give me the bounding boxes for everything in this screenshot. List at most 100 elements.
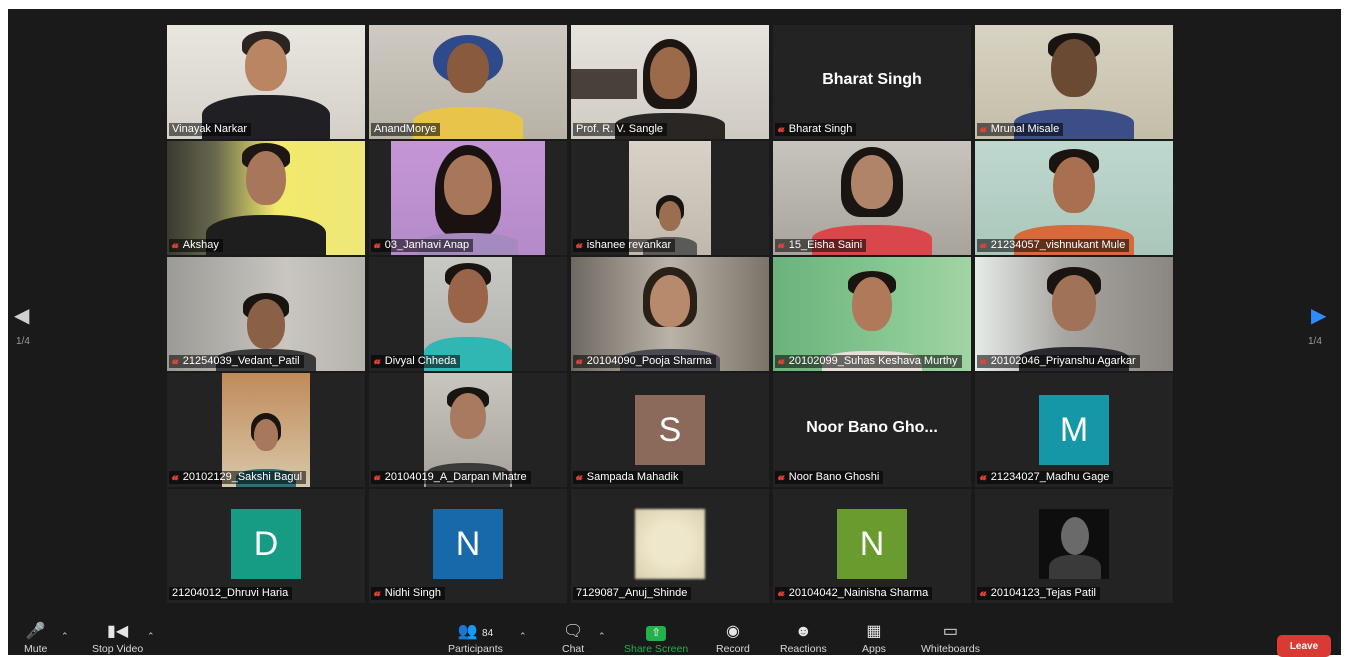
audio-options-caret-icon[interactable]: ⌃ [61, 631, 69, 642]
muted-mic-icon: 𝓾 [374, 355, 381, 367]
participant-name: 𝓾 20104123_Tejas Patil [977, 587, 1100, 600]
participant-video [629, 141, 711, 255]
muted-mic-icon: 𝓾 [778, 587, 785, 599]
participant-name: 𝓾 20104090_Pooja Sharma [573, 355, 716, 368]
apps-button[interactable]: ▦ Apps [862, 621, 886, 655]
chat-button[interactable]: 🗨 Chat [562, 621, 584, 655]
participant-video [975, 141, 1173, 255]
participant-avatar: M [1039, 395, 1109, 465]
participant-name: 𝓾 Mrunal Misale [977, 123, 1064, 136]
participant-tile[interactable]: AnandMorye [369, 25, 567, 139]
participant-name: 𝓾 03_Janhavi Anap [371, 239, 474, 252]
participant-video [167, 25, 365, 139]
apps-icon: ▦ [866, 623, 882, 640]
chat-bubble-icon: 🗨 [562, 623, 584, 640]
participant-tile[interactable]: 𝓾 21254039_Vedant_Patil [167, 257, 365, 371]
participant-name: 𝓾 21254039_Vedant_Patil [169, 355, 304, 368]
participant-video [571, 257, 769, 371]
participant-tile[interactable]: 𝓾 20104123_Tejas Patil [975, 489, 1173, 603]
participant-profile-picture [635, 509, 705, 579]
participant-tile[interactable]: 𝓾 20102129_Sakshi Bagul [167, 373, 365, 487]
participant-video [773, 141, 971, 255]
muted-mic-icon: 𝓾 [374, 239, 381, 251]
participant-avatar: S [635, 395, 705, 465]
participant-tile[interactable]: M 𝓾 21234027_Madhu Gage [975, 373, 1173, 487]
participants-icon: 👥 [457, 623, 478, 640]
share-screen-button[interactable]: ⇧ Share Screen [624, 621, 688, 655]
reactions-button[interactable]: ☻ Reactions [780, 621, 827, 655]
participant-video [222, 373, 310, 487]
participant-tile[interactable]: N 𝓾 Nidhi Singh [369, 489, 567, 603]
participant-video [571, 25, 769, 139]
participant-video [773, 257, 971, 371]
participants-options-caret-icon[interactable]: ⌃ [519, 631, 527, 642]
next-page-arrow-icon[interactable]: ▶ [1311, 303, 1326, 328]
whiteboards-button[interactable]: ▭ Whiteboards [921, 621, 980, 655]
muted-mic-icon: 𝓾 [172, 471, 179, 483]
participant-name: 𝓾 20102099_Suhas Keshava Murthy [775, 355, 962, 368]
muted-mic-icon: 𝓾 [576, 355, 583, 367]
participant-name: 𝓾 20104042_Nainisha Sharma [775, 587, 933, 600]
previous-page-arrow-icon[interactable]: ◀ [14, 303, 29, 328]
page-indicator-left: 1/4 [16, 336, 30, 347]
muted-mic-icon: 𝓾 [778, 123, 785, 135]
record-button[interactable]: ◉ Record [716, 621, 750, 655]
participant-name: 𝓾 21234027_Madhu Gage [977, 471, 1114, 484]
muted-mic-icon: 𝓾 [576, 471, 583, 483]
video-camera-icon: ▮◀ [107, 623, 129, 640]
participant-tile[interactable]: Vinayak Narkar [167, 25, 365, 139]
participant-name: 7129087_Anuj_Shinde [573, 587, 692, 600]
participant-name: 𝓾 20102046_Priyanshu Agarkar [977, 355, 1140, 368]
avatar-initial: D [253, 524, 279, 563]
participant-video [391, 141, 545, 255]
whiteboard-icon: ▭ [942, 623, 959, 640]
share-screen-icon: ⇧ [646, 626, 667, 641]
mute-button[interactable]: 🎤 Mute [24, 621, 47, 655]
participant-video [167, 141, 365, 255]
smiley-plus-icon: ☻ [794, 623, 812, 640]
participant-tile[interactable]: 𝓾 03_Janhavi Anap [369, 141, 567, 255]
muted-mic-icon: 𝓾 [374, 587, 381, 599]
participant-tile[interactable]: 𝓾 20102099_Suhas Keshava Murthy [773, 257, 971, 371]
muted-mic-icon: 𝓾 [980, 471, 987, 483]
participant-name: 𝓾 Sampada Mahadik [573, 471, 683, 484]
muted-mic-icon: 𝓾 [576, 239, 583, 251]
avatar-initial: N [455, 524, 481, 563]
participant-tile[interactable]: 𝓾 20102046_Priyanshu Agarkar [975, 257, 1173, 371]
participant-tile[interactable]: 𝓾 20104090_Pooja Sharma [571, 257, 769, 371]
participant-tile[interactable]: 𝓾 ishanee revankar [571, 141, 769, 255]
participant-tile[interactable]: 𝓾 21234057_vishnukant Mule [975, 141, 1173, 255]
video-options-caret-icon[interactable]: ⌃ [147, 631, 155, 642]
participant-tile[interactable]: S 𝓾 Sampada Mahadik [571, 373, 769, 487]
participant-tile[interactable]: Noor Bano Gho... 𝓾 Noor Bano Ghoshi [773, 373, 971, 487]
participant-tile[interactable]: 𝓾 Divyal Chheda [369, 257, 567, 371]
participant-name: 𝓾 Divyal Chheda [371, 355, 461, 368]
participant-tile[interactable]: 𝓾 15_Eisha Saini [773, 141, 971, 255]
participant-tile[interactable]: D 21204012_Dhruvi Haria [167, 489, 365, 603]
participants-button[interactable]: 👥 84 Participants [448, 621, 503, 655]
muted-mic-icon: 𝓾 [172, 355, 179, 367]
participant-tile[interactable]: 7129087_Anuj_Shinde [571, 489, 769, 603]
gallery-view-grid: Vinayak Narkar AnandMorye Prof. R. V. Sa… [167, 25, 1173, 603]
muted-mic-icon: 𝓾 [778, 239, 785, 251]
participant-tile[interactable]: 𝓾 20104019_A_Darpan Mhatre [369, 373, 567, 487]
participant-tile[interactable]: 𝓾 Akshay [167, 141, 365, 255]
leave-button[interactable]: Leave [1277, 635, 1331, 657]
participant-name: 𝓾 Nidhi Singh [371, 587, 446, 600]
avatar-initial: N [859, 524, 885, 563]
participant-tile[interactable]: 𝓾 Mrunal Misale [975, 25, 1173, 139]
participant-video [975, 25, 1173, 139]
muted-mic-icon: 𝓾 [374, 471, 381, 483]
participant-name: 𝓾 15_Eisha Saini [775, 239, 867, 252]
participant-name: Prof. R. V. Sangle [573, 123, 668, 136]
participant-name: 𝓾 Bharat Singh [775, 123, 857, 136]
participant-display-name: Bharat Singh [822, 71, 922, 88]
participant-tile[interactable]: N 𝓾 20104042_Nainisha Sharma [773, 489, 971, 603]
participant-tile[interactable]: Prof. R. V. Sangle [571, 25, 769, 139]
page-indicator-right: 1/4 [1308, 336, 1322, 347]
chat-options-caret-icon[interactable]: ⌃ [598, 631, 606, 642]
stop-video-button[interactable]: ▮◀ Stop Video [92, 621, 143, 655]
zoom-meeting-window: ◀ 1/4 ▶ 1/4 Vinayak Narkar AnandMorye Pr… [8, 9, 1341, 657]
participant-tile[interactable]: Bharat Singh 𝓾 Bharat Singh [773, 25, 971, 139]
participant-name: 21204012_Dhruvi Haria [169, 587, 293, 600]
